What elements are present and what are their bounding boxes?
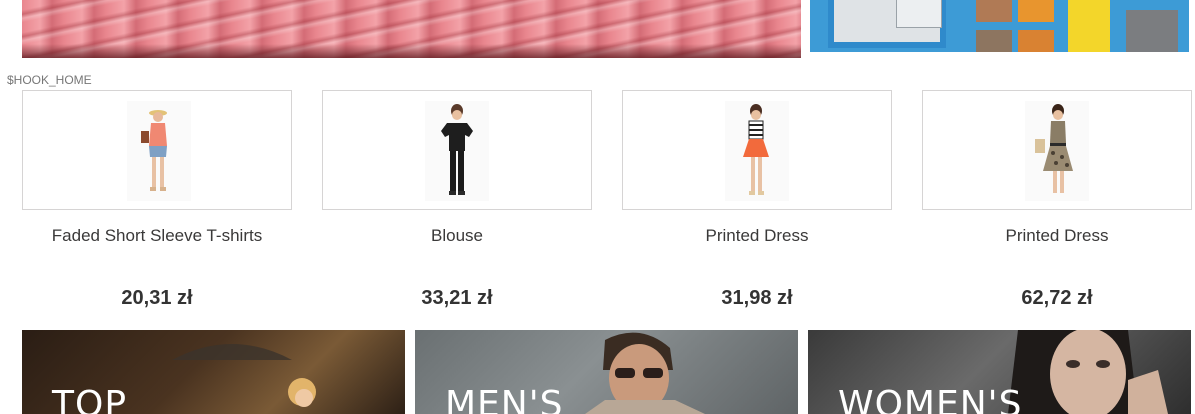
swatch-orange [1018,0,1054,22]
product-name[interactable]: Faded Short Sleeve T-shirts [22,226,292,246]
category-banner-womens[interactable]: WOMEN'S [808,330,1191,414]
product-image-blouse-woman [425,101,489,201]
product-price: 62,72 zł [1021,287,1093,309]
banner-shadow [22,44,801,58]
category-label: TOP [52,384,128,414]
product-card[interactable]: Printed Dress 31,98 zł [622,90,892,309]
product-card[interactable]: Blouse 33,21 zł [322,90,592,309]
product-image-frame[interactable] [322,90,592,210]
product-image-printed-dress-pattern [1025,101,1089,201]
product-price: 33,21 zł [421,287,493,309]
product-name[interactable]: Printed Dress [922,226,1192,246]
category-label: WOMEN'S [838,384,1023,414]
product-image-frame[interactable] [22,90,292,210]
hook-home-label: $HOOK_HOME [7,73,92,87]
product-image-printed-dress-orange [725,101,789,201]
roof-tiles-banner[interactable] [22,0,801,58]
door-panel [896,0,942,28]
swatch-brown [976,0,1012,22]
door-graphic [828,0,946,48]
product-price: 31,98 zł [721,287,793,309]
swatch-yellow [1068,0,1110,52]
product-image-tshirt-woman [127,101,191,201]
product-price: 20,31 zł [121,287,193,309]
swatch-grey [1126,10,1178,52]
product-name[interactable]: Blouse [322,226,592,246]
category-banner-mens[interactable]: MEN'S [415,330,798,414]
swatch-brown-2 [976,30,1012,52]
swatch-orange-2 [1018,30,1054,52]
paint-colors-banner[interactable] [810,0,1189,52]
product-image-frame[interactable] [922,90,1192,210]
product-card[interactable]: Printed Dress 62,72 zł [922,90,1192,309]
product-card[interactable]: Faded Short Sleeve T-shirts 20,31 zł [22,90,292,309]
category-label: MEN'S [445,384,564,414]
category-banner-top[interactable]: TOP [22,330,405,414]
product-name[interactable]: Printed Dress [622,226,892,246]
product-image-frame[interactable] [622,90,892,210]
